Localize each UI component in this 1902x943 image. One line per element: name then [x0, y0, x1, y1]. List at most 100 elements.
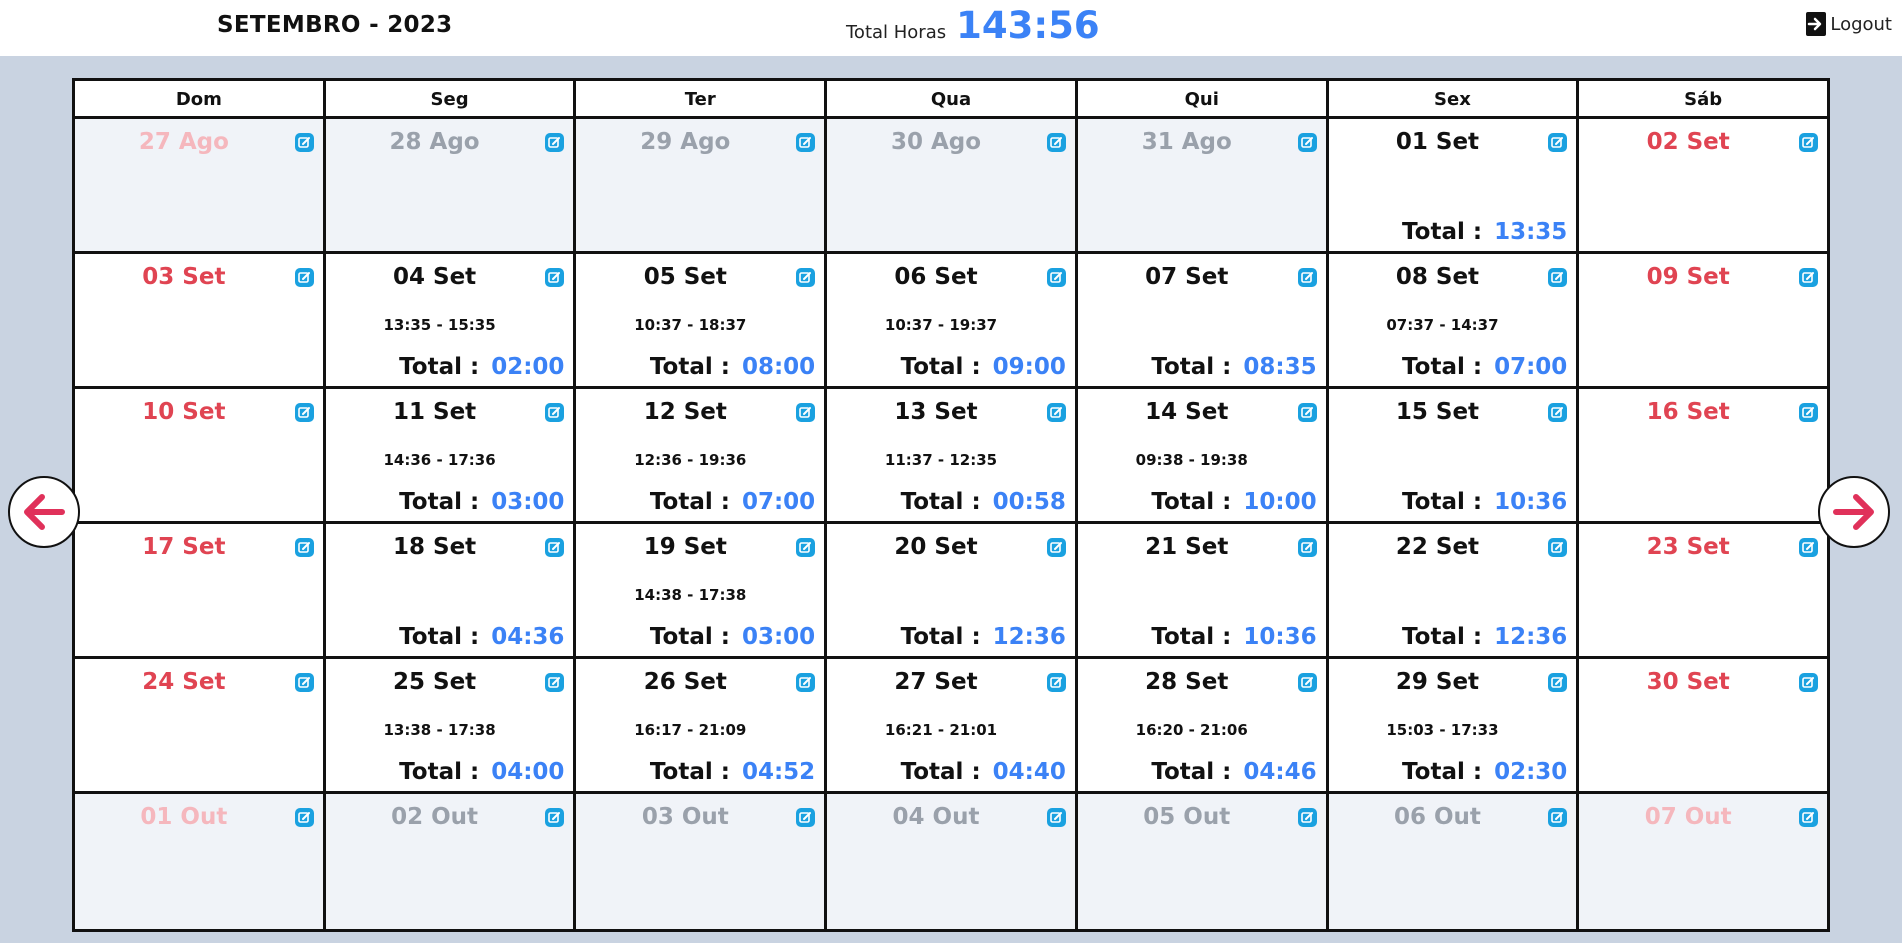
day-cell[interactable]: 16 Set [1579, 389, 1828, 521]
day-cell[interactable]: 27 Ago [75, 119, 326, 251]
day-cell[interactable]: 05 Out [1077, 794, 1329, 929]
day-cell[interactable]: 29 Ago [576, 119, 828, 251]
day-cell[interactable]: 07 Out [1579, 794, 1828, 929]
edit-icon[interactable] [294, 808, 314, 827]
day-cell[interactable]: 04 Set 13:35 - 15:35 Total : 02:00 [325, 254, 577, 386]
edit-icon[interactable] [796, 268, 816, 287]
edit-icon[interactable] [1799, 808, 1819, 827]
day-cell[interactable]: 31 Ago [1077, 119, 1329, 251]
day-cell[interactable]: 01 Set Total : 13:35 [1328, 119, 1580, 251]
edit-icon[interactable] [545, 538, 565, 557]
day-cell[interactable]: 08 Set 07:37 - 14:37 Total : 07:00 [1328, 254, 1580, 386]
edit-icon[interactable] [1046, 268, 1066, 287]
day-cell[interactable]: 22 Set Total : 12:36 [1328, 524, 1580, 656]
day-cell[interactable]: 29 Set 15:03 - 17:33 Total : 02:30 [1328, 659, 1580, 791]
day-cell[interactable]: 26 Set 16:17 - 21:09 Total : 04:52 [576, 659, 828, 791]
day-cell[interactable]: 14 Set 09:38 - 19:38 Total : 10:00 [1077, 389, 1329, 521]
edit-icon[interactable] [1297, 538, 1317, 557]
day-cell[interactable]: 12 Set 12:36 - 19:36 Total : 07:00 [576, 389, 828, 521]
day-cell[interactable]: 20 Set Total : 12:36 [827, 524, 1078, 656]
edit-icon[interactable] [1799, 133, 1819, 152]
day-date: 20 Set [894, 534, 978, 560]
edit-icon[interactable] [1799, 268, 1819, 287]
edit-icon[interactable] [1297, 673, 1317, 692]
day-total-label: Total : [399, 759, 480, 785]
day-cell[interactable]: 24 Set [75, 659, 326, 791]
day-cell[interactable]: 06 Set 10:37 - 19:37 Total : 09:00 [827, 254, 1078, 386]
edit-icon[interactable] [545, 808, 565, 827]
day-cell[interactable]: 23 Set [1579, 524, 1828, 656]
edit-icon[interactable] [294, 673, 314, 692]
day-cell[interactable]: 07 Set Total : 08:35 [1077, 254, 1329, 386]
day-total-label: Total : [1402, 624, 1483, 650]
day-cell[interactable]: 28 Set 16:20 - 21:06 Total : 04:46 [1077, 659, 1329, 791]
day-cell[interactable]: 17 Set [75, 524, 326, 656]
day-cell[interactable]: 30 Ago [827, 119, 1078, 251]
day-cell[interactable]: 21 Set Total : 10:36 [1077, 524, 1329, 656]
edit-icon[interactable] [545, 673, 565, 692]
edit-icon[interactable] [796, 538, 816, 557]
day-cell[interactable]: 27 Set 16:21 - 21:01 Total : 04:40 [827, 659, 1078, 791]
next-month-button[interactable] [1818, 476, 1890, 548]
day-cell[interactable]: 09 Set [1579, 254, 1828, 386]
logout-button[interactable]: Logout [1806, 12, 1892, 36]
edit-icon[interactable] [1548, 808, 1568, 827]
edit-icon[interactable] [1548, 268, 1568, 287]
edit-icon[interactable] [1046, 538, 1066, 557]
weekday-header: Dom Seg Ter Qua Qui Sex Sáb [75, 81, 1827, 119]
day-cell[interactable]: 03 Out [576, 794, 828, 929]
day-cell[interactable]: 18 Set Total : 04:36 [325, 524, 577, 656]
edit-icon[interactable] [545, 403, 565, 422]
calendar: Dom Seg Ter Qua Qui Sex Sáb 27 Ago 28 Ago 29 Ago… [72, 78, 1830, 932]
edit-icon[interactable] [796, 403, 816, 422]
edit-icon[interactable] [545, 133, 565, 152]
day-cell[interactable]: 11 Set 14:36 - 17:36 Total : 03:00 [325, 389, 577, 521]
day-total: Total : 04:52 [650, 759, 815, 785]
edit-icon[interactable] [1297, 403, 1317, 422]
edit-icon[interactable] [1046, 673, 1066, 692]
edit-icon[interactable] [796, 133, 816, 152]
day-cell[interactable]: 02 Out [325, 794, 577, 929]
weekday-label: Sáb [1684, 89, 1723, 110]
day-cell[interactable]: 28 Ago [325, 119, 577, 251]
day-cell[interactable]: 06 Out [1328, 794, 1580, 929]
edit-icon[interactable] [1548, 673, 1568, 692]
top-bar: SETEMBRO - 2023 Total Horas 143:56 Logou… [0, 0, 1902, 56]
edit-icon[interactable] [1297, 133, 1317, 152]
edit-icon[interactable] [294, 133, 314, 152]
edit-icon[interactable] [796, 808, 816, 827]
edit-icon[interactable] [1799, 673, 1819, 692]
edit-icon[interactable] [294, 268, 314, 287]
edit-icon[interactable] [1799, 403, 1819, 422]
day-cell[interactable]: 30 Set [1579, 659, 1828, 791]
day-cell[interactable]: 04 Out [827, 794, 1078, 929]
edit-icon[interactable] [294, 538, 314, 557]
day-cell[interactable]: 19 Set 14:38 - 17:38 Total : 03:00 [576, 524, 828, 656]
edit-icon[interactable] [1297, 808, 1317, 827]
logout-label: Logout [1830, 13, 1892, 35]
edit-icon[interactable] [294, 403, 314, 422]
previous-month-button[interactable] [8, 476, 80, 548]
day-total-value: 09:00 [992, 354, 1066, 380]
day-total: Total : 02:30 [1402, 759, 1567, 785]
edit-icon[interactable] [545, 268, 565, 287]
edit-icon[interactable] [796, 673, 816, 692]
edit-icon[interactable] [1548, 133, 1568, 152]
day-cell[interactable]: 10 Set [75, 389, 326, 521]
day-total-value: 10:36 [1494, 489, 1568, 515]
time-range: 15:03 - 17:33 [1386, 721, 1499, 739]
day-cell[interactable]: 05 Set 10:37 - 18:37 Total : 08:00 [576, 254, 828, 386]
day-cell[interactable]: 25 Set 13:38 - 17:38 Total : 04:00 [325, 659, 577, 791]
edit-icon[interactable] [1046, 403, 1066, 422]
day-cell[interactable]: 15 Set Total : 10:36 [1328, 389, 1580, 521]
day-cell[interactable]: 01 Out [75, 794, 326, 929]
edit-icon[interactable] [1548, 403, 1568, 422]
edit-icon[interactable] [1046, 133, 1066, 152]
day-cell[interactable]: 13 Set 11:37 - 12:35 Total : 00:58 [827, 389, 1078, 521]
edit-icon[interactable] [1046, 808, 1066, 827]
day-cell[interactable]: 02 Set [1579, 119, 1828, 251]
edit-icon[interactable] [1548, 538, 1568, 557]
day-cell[interactable]: 03 Set [75, 254, 326, 386]
edit-icon[interactable] [1799, 538, 1819, 557]
edit-icon[interactable] [1297, 268, 1317, 287]
